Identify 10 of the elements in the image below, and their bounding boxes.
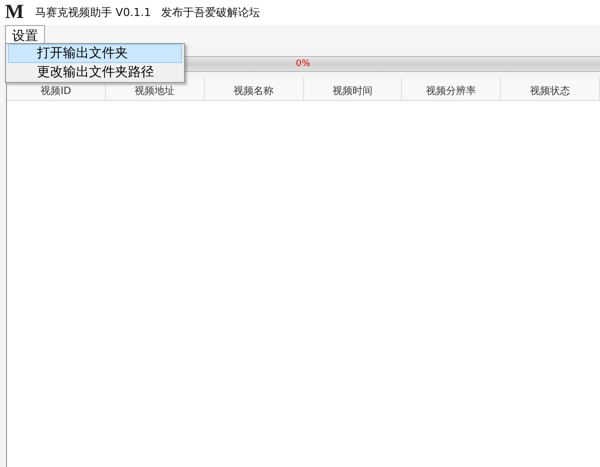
progress-label: 0% — [296, 58, 310, 71]
column-header[interactable]: 视频分辨率 — [402, 78, 502, 100]
menu-item[interactable]: 打开输出文件夹 — [8, 44, 182, 63]
window-subtitle: 发布于吾爱破解论坛 — [161, 5, 260, 20]
column-header[interactable]: 视频状态 — [501, 78, 600, 100]
column-header[interactable]: 视频名称 — [204, 78, 304, 100]
window-title: 马赛克视频助手 V0.1.1 — [35, 5, 152, 20]
app-logo: M — [5, 1, 25, 24]
column-header[interactable]: 视频时间 — [304, 78, 402, 100]
menu-title[interactable]: 设置 — [5, 25, 45, 45]
